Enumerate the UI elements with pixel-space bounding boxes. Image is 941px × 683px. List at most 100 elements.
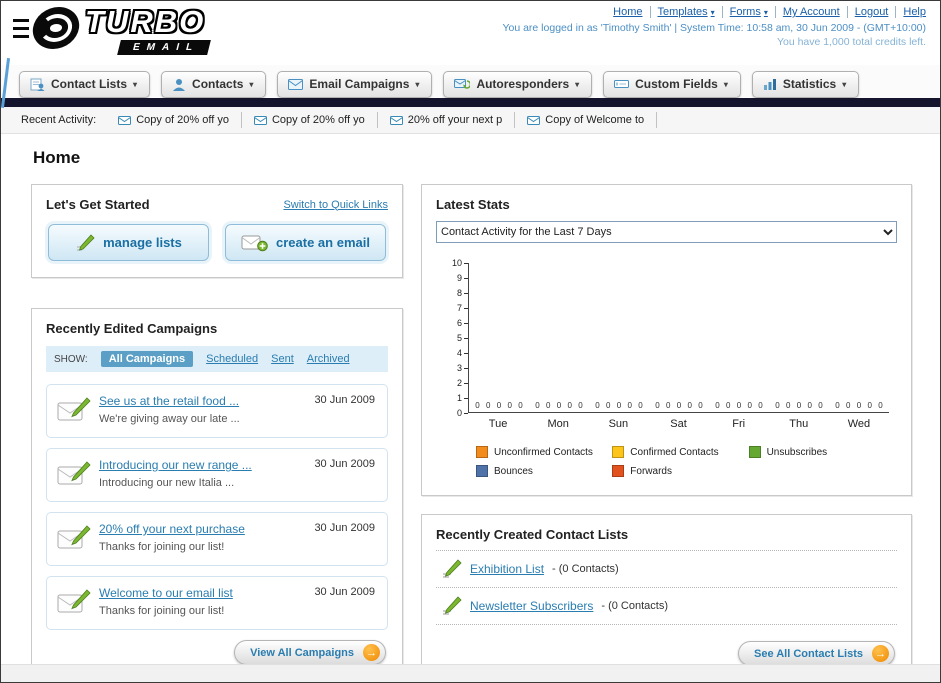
nav-tab-statistics[interactable]: Statistics ▾ — [751, 71, 860, 98]
campaign-date: 30 Jun 2009 — [314, 586, 375, 598]
recent-activity-bar: Recent Activity: Copy of 20% off yo Copy… — [1, 107, 940, 134]
envelope-pencil-icon — [57, 589, 91, 620]
campaign-date: 30 Jun 2009 — [314, 522, 375, 534]
campaigns-panel-title: Recently Edited Campaigns — [46, 321, 218, 336]
bar-value-label: 0 — [796, 401, 802, 410]
bar-value-label: 0 — [595, 401, 600, 410]
envelope-icon — [118, 115, 132, 125]
see-all-contact-lists-button[interactable]: See All Contact Lists → — [737, 641, 895, 666]
nav-tab-contact-lists[interactable]: Contact Lists ▾ — [19, 71, 151, 98]
envelope-pencil-icon — [57, 525, 91, 556]
campaign-subtitle: Thanks for joining our list! — [99, 541, 225, 553]
bar-value-label: 0 — [606, 401, 611, 410]
link-help[interactable]: Help — [896, 6, 926, 18]
nav-tab-contacts[interactable]: Contacts ▾ — [161, 71, 267, 98]
link-my-account[interactable]: My Account — [776, 6, 848, 18]
legend-label: Confirmed Contacts — [630, 446, 719, 458]
nav-tab-autoresponders[interactable]: Autoresponders ▾ — [443, 71, 593, 98]
bar-value-label: 0 — [878, 401, 883, 410]
bar-value-label: 0 — [676, 401, 682, 410]
bar-value-label: 0 — [867, 401, 872, 410]
contact-lists-panel-title: Recently Created Contact Lists — [436, 527, 629, 542]
bar-value-label: 0 — [666, 401, 671, 410]
recent-activity-item[interactable]: 20% off your next p — [378, 112, 516, 128]
bar-value-label: 0 — [818, 401, 823, 410]
recent-activity-label: Recent Activity: — [21, 114, 97, 126]
logo-speed-lines-icon — [13, 19, 29, 41]
envelope-icon — [253, 115, 267, 125]
contact-activity-chart: 10 9 8 7 6 5 4 3 2 1 0 000000000000000000000000000… — [436, 243, 897, 483]
bar-value-label: 0 — [698, 401, 703, 410]
stats-period-select[interactable]: Contact Activity for the Last 7 Days — [436, 221, 897, 243]
bar-value-label: 0 — [627, 401, 632, 410]
chart-day-group: 00000 — [709, 263, 769, 412]
chevron-down-icon: ▾ — [249, 79, 254, 89]
recent-activity-item[interactable]: Copy of 20% off yo — [242, 112, 378, 128]
link-logout[interactable]: Logout — [848, 6, 897, 18]
contact-list-count: - (0 Contacts) — [552, 563, 619, 575]
show-label: SHOW: — [54, 353, 88, 365]
bar-value-label: 0 — [518, 401, 523, 410]
legend-item: Unsubscribes — [748, 446, 885, 458]
recent-activity-item[interactable]: Copy of 20% off yo — [106, 112, 242, 128]
bar-value-label: 0 — [507, 401, 512, 410]
legend-swatch — [612, 465, 625, 477]
campaign-subtitle: Introducing our new Italia ... — [99, 477, 235, 489]
arrow-right-icon: → — [872, 645, 889, 662]
envelope-plus-icon — [241, 235, 268, 252]
chart-day-group: 00000 — [589, 263, 649, 412]
legend-item: Forwards — [612, 465, 748, 477]
chart-day-group: 00000 — [469, 263, 529, 412]
tab-scheduled[interactable]: Scheduled — [206, 353, 258, 365]
legend-swatch — [748, 446, 761, 458]
link-templates[interactable]: Templates ▾ — [651, 6, 723, 18]
statistics-icon — [763, 79, 776, 90]
y-axis-tick-label: 9 — [457, 273, 468, 283]
bar-value-label: 0 — [715, 401, 720, 410]
chart-legend: Unconfirmed Contacts Confirmed Contacts Un… — [476, 446, 889, 477]
custom-fields-icon — [614, 80, 630, 88]
main-content: Home Let's Get Started Switch to Quick L… — [1, 134, 940, 682]
legend-item: Confirmed Contacts — [612, 446, 748, 458]
envelope-icon — [527, 115, 541, 125]
manage-lists-button[interactable]: manage lists — [48, 224, 209, 261]
bar-value-label: 0 — [556, 401, 562, 410]
chevron-down-icon: ▾ — [710, 7, 715, 17]
view-all-campaigns-button[interactable]: View All Campaigns → — [234, 640, 386, 665]
nav-tab-custom-fields[interactable]: Custom Fields ▾ — [603, 71, 741, 98]
footer-strip — [1, 664, 940, 682]
arrow-right-icon: → — [363, 644, 380, 661]
bar-value-label: 0 — [655, 401, 660, 410]
x-axis-tick-label: Tue — [488, 418, 508, 430]
envelope-pencil-icon — [57, 461, 91, 492]
tab-sent[interactable]: Sent — [271, 353, 294, 365]
y-axis-tick-label: 0 — [457, 408, 468, 418]
nav-tab-email-campaigns[interactable]: Email Campaigns ▾ — [277, 71, 433, 98]
credits-status: You have 1,000 total credits left. — [776, 36, 926, 48]
app-window: TURBO EMAIL Home Templates ▾ Forms ▾ My Ac… — [0, 0, 941, 683]
bar-value-label: 0 — [775, 401, 780, 410]
contact-lists-icon — [30, 78, 45, 91]
chevron-down-icon: ▾ — [763, 7, 768, 17]
campaign-list-item: See us at the retail food ... We're givi… — [46, 384, 388, 438]
tab-archived[interactable]: Archived — [307, 353, 350, 365]
switch-to-quick-links[interactable]: Switch to Quick Links — [283, 199, 388, 211]
contact-list-link[interactable]: Exhibition List — [470, 562, 544, 576]
link-home[interactable]: Home — [606, 6, 651, 18]
contact-list-link[interactable]: Newsletter Subscribers — [470, 599, 593, 613]
login-status: You are logged in as 'Timothy Smith' | S… — [502, 22, 926, 34]
chevron-down-icon: ▾ — [133, 79, 138, 89]
recent-activity-item[interactable]: Copy of Welcome to — [515, 112, 658, 128]
tab-all-campaigns[interactable]: All Campaigns — [100, 351, 194, 367]
y-axis-tick-label: 3 — [457, 363, 468, 373]
create-an-email-button[interactable]: create an email — [225, 224, 386, 261]
bar-value-label: 0 — [616, 401, 622, 410]
chevron-down-icon: ▾ — [415, 79, 420, 89]
chevron-down-icon: ▾ — [723, 79, 728, 89]
bar-value-label: 0 — [496, 401, 502, 410]
link-forms[interactable]: Forms ▾ — [723, 6, 776, 18]
contact-list-count: - (0 Contacts) — [601, 600, 669, 612]
legend-item: Bounces — [476, 465, 612, 477]
y-axis-tick-label: 8 — [457, 288, 468, 298]
bar-value-label: 0 — [846, 401, 851, 410]
